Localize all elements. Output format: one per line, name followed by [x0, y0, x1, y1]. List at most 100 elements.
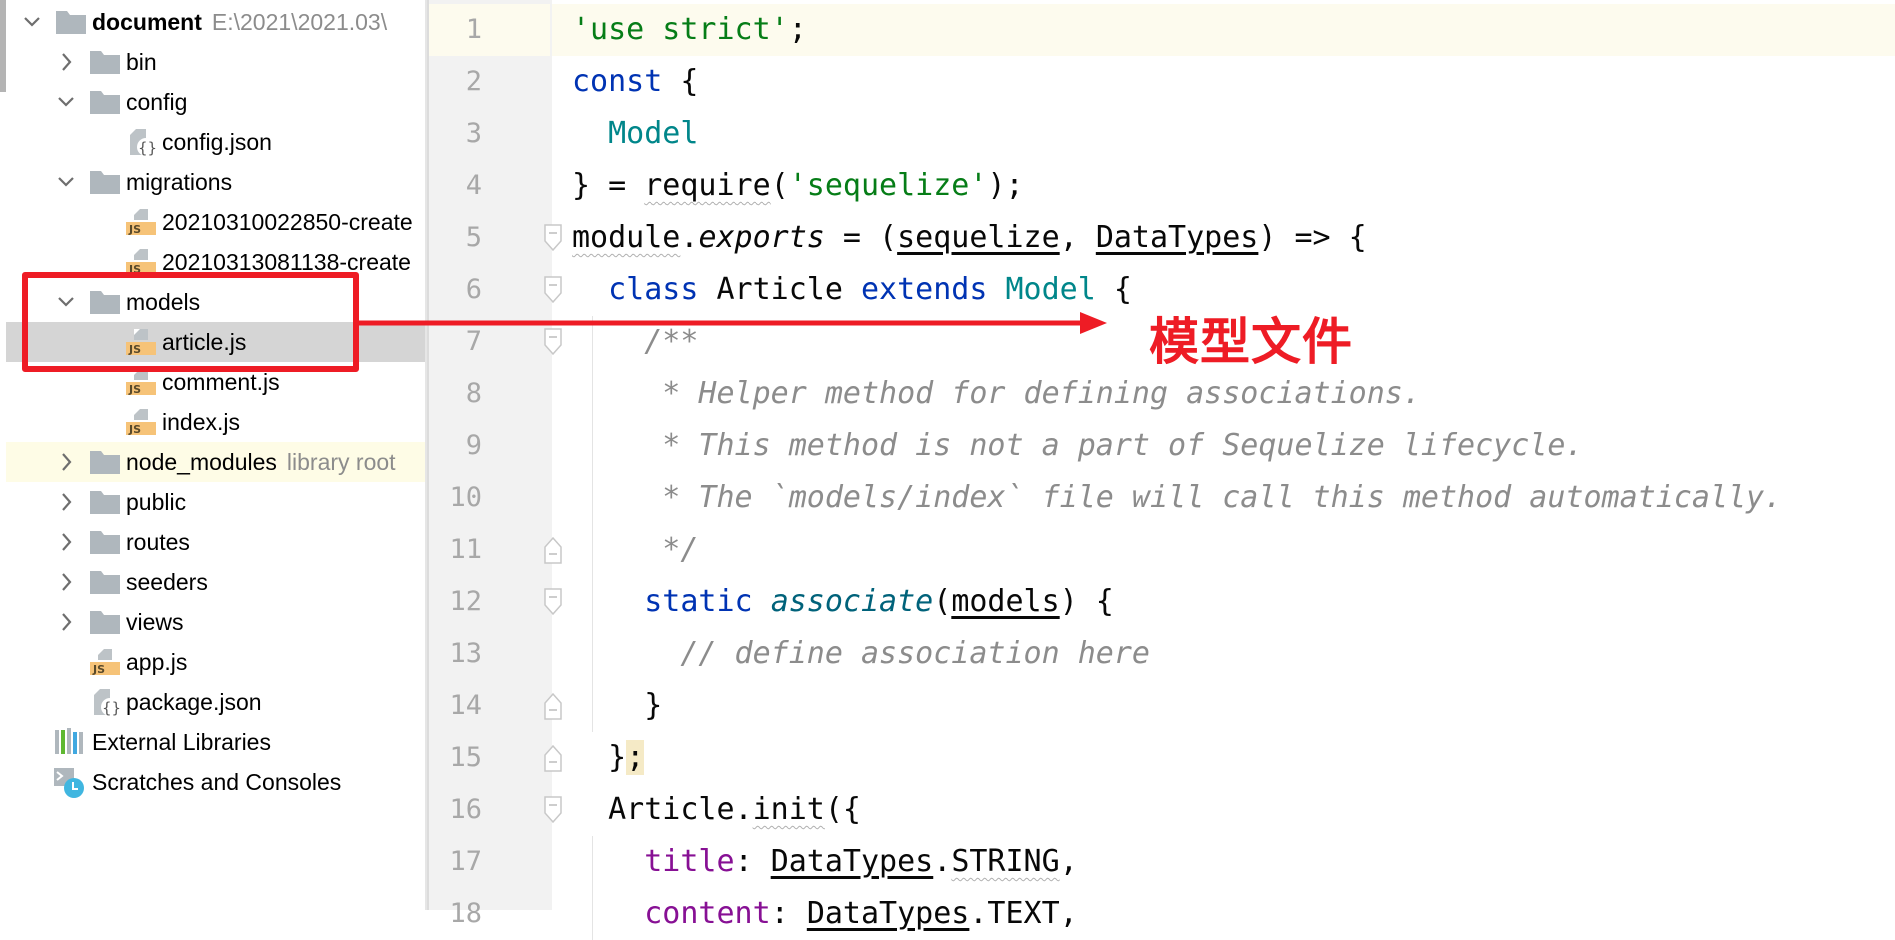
external-libraries-icon: [54, 728, 86, 756]
code-line[interactable]: * Helper method for defining association…: [572, 368, 1421, 420]
tree-item-20210310022850-create[interactable]: JS 20210310022850-create: [6, 202, 425, 242]
tree-item-views[interactable]: views: [6, 602, 425, 642]
code-line[interactable]: Article.init({: [572, 784, 861, 836]
chevron-right-icon[interactable]: [56, 442, 76, 482]
tree-item-scratches-and-consoles[interactable]: Scratches and Consoles: [6, 762, 425, 802]
tree-item-bin[interactable]: bin: [6, 42, 425, 82]
code-token: // define association here: [680, 636, 1150, 671]
tree-item-index-js[interactable]: JS index.js: [6, 402, 425, 442]
code-token: init: [752, 792, 825, 827]
chevron-right-icon[interactable]: [56, 602, 76, 642]
code-token: STRING: [951, 844, 1060, 879]
svg-text:JS: JS: [128, 223, 141, 236]
folder-icon: [55, 8, 87, 36]
code-line[interactable]: // define association here: [572, 628, 1150, 680]
tree-item-label: bin: [126, 49, 157, 75]
code-token: ;: [788, 12, 807, 47]
code-token: ) {: [1059, 584, 1114, 619]
svg-text:JS: JS: [128, 383, 141, 396]
line-number: 9: [465, 430, 482, 461]
tree-item-label: migrations: [126, 169, 233, 195]
chevron-right-icon[interactable]: [56, 482, 76, 522]
code-line[interactable]: } = require('sequelize');: [572, 160, 1024, 212]
chevron-down-icon[interactable]: [56, 82, 76, 122]
code-line[interactable]: * This method is not a part of Sequelize…: [572, 420, 1583, 472]
scratches-icon: [54, 768, 86, 798]
code-line[interactable]: };: [572, 732, 645, 784]
code-editor[interactable]: 'use strict'; const { Model} = require('s…: [427, 0, 1895, 940]
json-file-icon: {}: [126, 128, 158, 157]
fold-collapse-icon[interactable]: [544, 588, 562, 616]
code-token: (: [770, 168, 789, 203]
js-file-icon: JS: [126, 368, 158, 396]
code-token: 'sequelize': [788, 168, 988, 203]
fold-collapse-icon[interactable]: [544, 224, 562, 252]
code-line[interactable]: title: DataTypes.STRING,: [572, 836, 1078, 888]
code-token: Article: [698, 272, 861, 307]
js-file-icon: JS: [90, 648, 122, 676]
annotation-highlight-box: [22, 272, 359, 372]
code-token: DataTypes: [1095, 220, 1259, 255]
fold-end-icon[interactable]: [544, 744, 562, 772]
line-number: 10: [449, 482, 482, 513]
tree-item-migrations[interactable]: migrations: [6, 162, 425, 202]
code-token: }: [572, 688, 663, 723]
chevron-right-icon[interactable]: [56, 42, 76, 82]
folder-icon: [89, 48, 121, 76]
line-number: 11: [449, 534, 482, 565]
code-token: }: [572, 740, 627, 775]
code-token: Model: [608, 116, 699, 151]
code-token: const: [572, 64, 663, 99]
tree-item-label: config: [126, 89, 188, 115]
code-line[interactable]: */: [572, 524, 698, 576]
folder-icon: [89, 608, 121, 636]
code-line[interactable]: module.exports = (sequelize, DataTypes) …: [572, 212, 1367, 264]
tree-item-config-json[interactable]: {} config.json: [6, 122, 425, 162]
code-line[interactable]: }: [572, 680, 662, 732]
tree-item-package-json[interactable]: {} package.json: [6, 682, 425, 722]
tree-item-external-libraries[interactable]: External Libraries: [6, 722, 425, 762]
tree-item-app-js[interactable]: JS app.js: [6, 642, 425, 682]
code-token: * The `models/index` file will call this…: [572, 480, 1783, 515]
code-line[interactable]: 'use strict';: [572, 4, 807, 56]
code-token: associate: [770, 584, 934, 619]
tree-item-document[interactable]: document E:\2021\2021.03\: [6, 2, 425, 42]
code-line[interactable]: content: DataTypes.TEXT,: [572, 888, 1078, 940]
fold-collapse-icon[interactable]: [544, 796, 562, 824]
code-token: * Helper method for defining association…: [572, 376, 1421, 411]
annotation-label: 模型文件: [1149, 313, 1353, 371]
tree-item-node-modules[interactable]: node_modules library root: [6, 442, 425, 482]
code-token: module: [572, 220, 681, 255]
fold-end-icon[interactable]: [544, 692, 562, 720]
tree-item-label: 20210310022850-create: [162, 209, 413, 235]
fold-end-icon[interactable]: [544, 536, 562, 564]
code-token: ) => {: [1258, 220, 1367, 255]
tree-item-public[interactable]: public: [6, 482, 425, 522]
tree-item-routes[interactable]: routes: [6, 522, 425, 562]
code-token: {: [1095, 272, 1132, 307]
fold-collapse-icon[interactable]: [544, 276, 562, 304]
code-line[interactable]: * The `models/index` file will call this…: [572, 472, 1782, 524]
code-line[interactable]: const {: [572, 56, 698, 108]
tree-item-seeders[interactable]: seeders: [6, 562, 425, 602]
tree-item-label: Scratches and Consoles: [92, 769, 342, 795]
chevron-right-icon[interactable]: [56, 562, 76, 602]
code-line[interactable]: static associate(models) {: [572, 576, 1114, 628]
chevron-right-icon[interactable]: [56, 522, 76, 562]
chevron-down-icon[interactable]: [56, 162, 76, 202]
code-token: sequelize: [897, 220, 1060, 255]
code-token: {: [662, 64, 699, 99]
folder-icon: [89, 568, 121, 596]
indent-guide: [592, 316, 593, 732]
tree-item-config[interactable]: config: [6, 82, 425, 122]
folder-icon: [89, 88, 121, 116]
folder-icon: [89, 448, 121, 476]
js-file-icon: JS: [126, 208, 158, 236]
chevron-down-icon[interactable]: [22, 2, 42, 42]
tree-item-label: public: [126, 489, 187, 515]
code-line[interactable]: Model: [572, 108, 698, 160]
line-number: 12: [449, 586, 482, 617]
line-number: 13: [449, 638, 482, 669]
